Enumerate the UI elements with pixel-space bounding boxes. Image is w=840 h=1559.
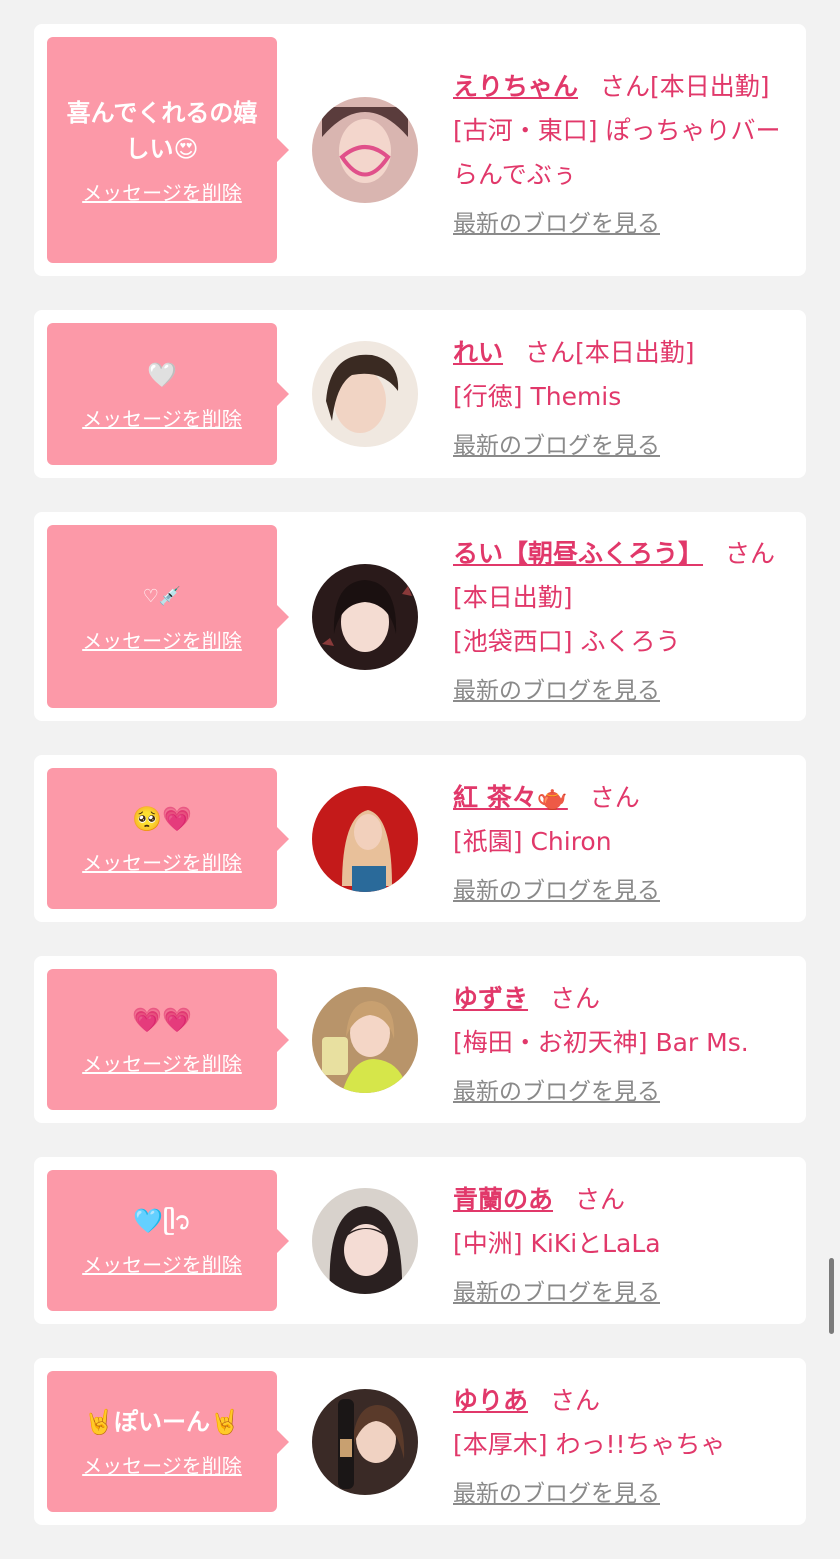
delete-message-link[interactable]: メッセージを削除 [82,847,242,876]
avatar-image [312,563,418,670]
girl-name-link[interactable]: ゆずき [453,984,528,1013]
avatar[interactable] [312,1388,418,1495]
delete-message-link[interactable]: メッセージを削除 [82,1249,242,1278]
message-bubble: 🤍 メッセージを削除 [47,323,289,465]
message-text: 🩵ᥫ᭡ [133,1207,191,1235]
delete-message-link[interactable]: メッセージを削除 [82,177,242,206]
message-bubble: 🤘ぽいーん🤘 メッセージを削除 [47,1371,289,1512]
honorific: さん [599,72,650,101]
girl-name-link[interactable]: るい【朝昼ふくろう】 [453,539,703,568]
avatar[interactable] [312,341,418,447]
message-list: 喜んでくれるの嬉しい😍 メッセージを削除 えりちゃん さん[本日出勤] [古河・… [34,24,806,1559]
girl-name-link[interactable]: 紅 茶々🫖 [453,783,568,812]
girl-name-link[interactable]: 青蘭のあ [453,1185,553,1214]
honorific: さん [724,538,775,568]
message-text: 🤘ぽいーん🤘 [84,1408,240,1436]
honorific: さん [549,1385,600,1415]
message-card: 喜んでくれるの嬉しい😍 メッセージを削除 えりちゃん さん[本日出勤] [古河・… [34,24,806,276]
girl-name-link[interactable]: れい [453,338,503,367]
delete-message-link[interactable]: メッセージを削除 [82,403,242,432]
status-badge: [本日出勤] [649,72,770,101]
latest-blog-link[interactable]: 最新のブログを見る [453,674,782,708]
message-text: 🤍 [147,360,177,389]
message-card: 🤍 メッセージを削除 れい さん[本日出勤] [行徳] Themis 最新のブロ… [34,310,806,478]
message-card: ♡💉 メッセージを削除 るい【朝昼ふくろう】 さん [本日出勤] [池袋西口] ふ… [34,512,806,721]
shop-location: [梅田・お初天神] Bar Ms. [453,1027,749,1057]
shop-location: [中洲] KiKiとLaLa [453,1228,661,1258]
message-card: 🥺💗 メッセージを削除 紅 茶々🫖 さん [祇園] Chiron 最新のブログを… [34,755,806,922]
latest-blog-link[interactable]: 最新のブログを見る [453,429,782,463]
message-text: 💗💗 [132,1006,192,1034]
girl-name-link[interactable]: ゆりあ [453,1386,528,1415]
avatar-image [312,1388,418,1495]
status-badge: [本日出勤] [574,338,695,367]
latest-blog-link[interactable]: 最新のブログを見る [453,1075,782,1109]
shop-location: [本厚木] わっ!!ちゃちゃ [453,1429,726,1459]
avatar[interactable] [312,1187,418,1294]
message-bubble: 🩵ᥫ᭡ メッセージを削除 [47,1170,289,1311]
message-card: 🩵ᥫ᭡ メッセージを削除 青蘭のあ さん [中洲] KiKiとLaLa 最新のブ… [34,1157,806,1324]
shop-location: [古河・東口] ぽっちゃりバー らんでぶぅ [453,116,781,189]
latest-blog-link[interactable]: 最新のブログを見る [453,1477,782,1511]
message-bubble: 💗💗 メッセージを削除 [47,969,289,1110]
girl-name-link[interactable]: えりちゃん [453,72,578,101]
latest-blog-link[interactable]: 最新のブログを見る [453,1276,782,1310]
latest-blog-link[interactable]: 最新のブログを見る [453,207,782,241]
avatar-image [312,1187,418,1294]
message-bubble: 🥺💗 メッセージを削除 [47,768,289,909]
honorific: さん [549,983,600,1013]
message-text: ♡💉 [142,586,182,607]
delete-message-link[interactable]: メッセージを削除 [82,1048,242,1077]
message-text: 喜んでくれるの嬉しい😍 [66,98,258,163]
status-badge: [本日出勤] [453,582,573,612]
message-card: 💗💗 メッセージを削除 ゆずき さん [梅田・お初天神] Bar Ms. 最新の… [34,956,806,1123]
message-bubble: ♡💉 メッセージを削除 [47,525,289,708]
avatar-image [312,97,418,203]
avatar[interactable] [312,986,418,1093]
shop-location: [池袋西口] ふくろう [453,626,681,656]
latest-blog-link[interactable]: 最新のブログを見る [453,874,782,908]
honorific: さん [589,782,640,812]
avatar[interactable] [312,785,418,892]
message-text: 🥺💗 [132,805,192,833]
avatar[interactable] [312,563,418,670]
scrollbar[interactable] [829,1258,834,1334]
avatar-image [312,986,418,1093]
honorific: さん [574,1184,625,1214]
delete-message-link[interactable]: メッセージを削除 [82,625,242,654]
honorific: さん [524,338,575,367]
message-card: 🤘ぽいーん🤘 メッセージを削除 ゆりあ さん [本厚木] わっ!!ちゃちゃ 最新… [34,1358,806,1525]
delete-message-link[interactable]: メッセージを削除 [82,1450,242,1479]
shop-location: [行徳] Themis [453,382,622,411]
avatar-image [312,785,418,892]
message-bubble: 喜んでくれるの嬉しい😍 メッセージを削除 [47,37,289,263]
avatar-image [312,341,418,447]
shop-location: [祇園] Chiron [453,826,612,856]
avatar[interactable] [312,97,418,203]
